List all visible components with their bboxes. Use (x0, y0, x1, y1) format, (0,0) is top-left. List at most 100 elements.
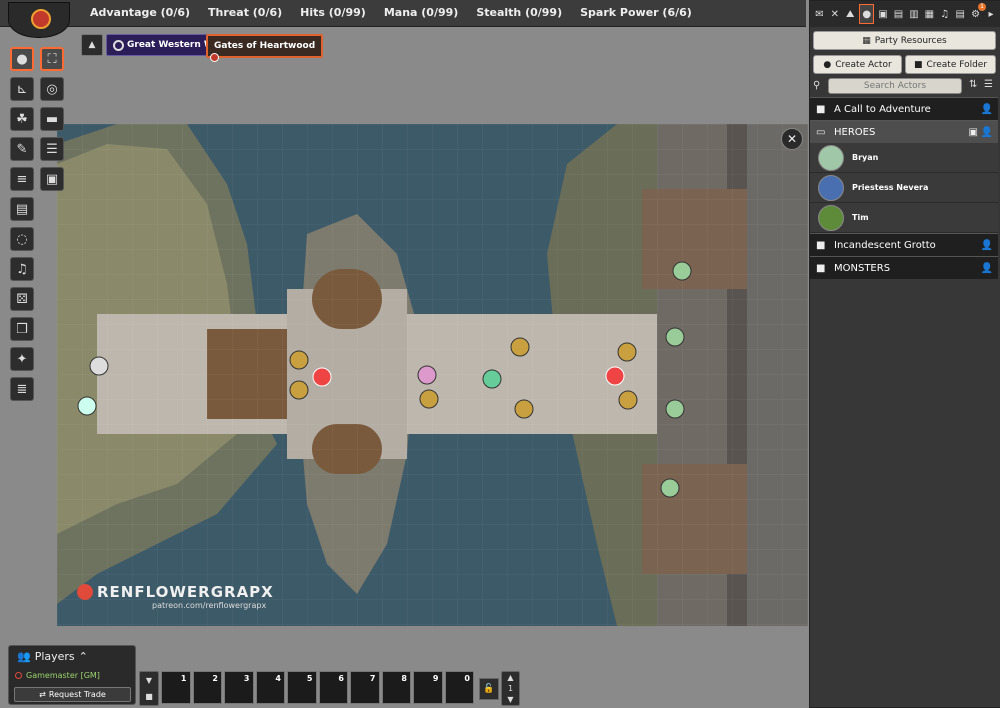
chevron-up-icon: ⌃ (78, 650, 88, 663)
actor-row[interactable]: Tim (810, 203, 998, 233)
app-logo[interactable] (8, 2, 70, 38)
create-folder-button[interactable]: ■ Create Folder (905, 55, 996, 74)
control-ruler-button[interactable]: ▬ (40, 107, 64, 131)
tracker-item[interactable]: Advantage (0/6) (90, 6, 190, 19)
folder-name: MONSTERS (834, 262, 891, 274)
scene-label: Gates of Heartwood (214, 41, 316, 51)
map-canvas[interactable] (57, 124, 808, 626)
control-database-button[interactable]: ☰ (40, 137, 64, 161)
top-bar: Advantage (0/6) Threat (0/6) Hits (0/99) Ma… (0, 0, 806, 27)
collapse-sidebar-button[interactable]: ▸ (985, 8, 998, 21)
control-list-button[interactable]: ≣ (10, 377, 34, 401)
control-journal-notes-button[interactable]: ▤ (10, 197, 34, 221)
unlock-icon: 🔓 (483, 684, 495, 694)
hotbar-page-control[interactable]: ▲ 1 ▼ (501, 671, 520, 706)
actor-name: Bryan (852, 153, 879, 162)
control-dice-button[interactable]: ⚄ (10, 287, 34, 311)
party-icon: ▦ (862, 35, 871, 46)
hotbar-menu-button[interactable]: ▼ ■ (139, 671, 159, 706)
tab-settings[interactable]: ⚙ 1 (969, 2, 987, 21)
tab-scenes[interactable]: ⛰ (844, 8, 857, 21)
slot-number: 5 (306, 674, 313, 683)
folder-open-icon: ▭ (816, 126, 826, 138)
control-tiles-button[interactable]: ☘ (10, 107, 34, 131)
folder-row[interactable]: ■ Incandescent Grotto 👤 (810, 233, 998, 256)
macro-slot[interactable]: 5 (287, 671, 317, 704)
page-down-icon[interactable]: ▼ (507, 695, 513, 704)
close-map-button[interactable]: ✕ (781, 128, 803, 150)
scene-gates-of-heartwood[interactable]: Gates of Heartwood (206, 34, 324, 62)
control-token-controls-button[interactable]: ● (10, 47, 34, 71)
actor-row[interactable]: Priestess Nevera (810, 173, 998, 203)
hotbar-page-number: 1 (507, 684, 514, 693)
actor-name: Priestess Nevera (852, 183, 929, 192)
control-drawing-button[interactable]: ✎ (10, 137, 34, 161)
folder-row[interactable]: ■ MONSTERS 👤 (810, 256, 998, 279)
control-sounds-button[interactable]: ♫ (10, 257, 34, 281)
avatar (818, 144, 844, 171)
collapse-folders-icon[interactable]: ☰ (984, 79, 993, 90)
actor-row[interactable]: Bryan (810, 143, 998, 173)
create-actor-button[interactable]: ● Create Actor (813, 55, 902, 74)
close-icon: ✕ (786, 132, 798, 146)
sidebar: ✉ ✕ ⛰ ● ▣ ▤ ▥ ▦ ♫ ▤ ⚙ 1 ▸ ▦ Party Resources ● Create A… (809, 0, 1000, 708)
player-name: Gamemaster [GM] (26, 671, 100, 680)
add-actor-icon[interactable]: 👤 (981, 263, 993, 274)
tab-actors[interactable]: ● (859, 4, 875, 24)
tab-compendium[interactable]: ▤ (954, 8, 967, 21)
hotbar-lock-button[interactable]: 🔓 (479, 678, 499, 700)
tracker-item[interactable]: Threat (0/6) (208, 6, 282, 19)
sort-icon[interactable]: ⇅ (969, 79, 977, 90)
tab-playlists[interactable]: ♫ (938, 8, 951, 21)
request-trade-button[interactable]: ⇄ Request Trade (14, 687, 131, 702)
journal-notes-icon: ▤ (15, 201, 29, 217)
macro-slot[interactable]: 3 (224, 671, 254, 704)
control-measure-button[interactable]: ⊾ (10, 77, 34, 101)
tracker-item[interactable]: Spark Power (6/6) (580, 6, 692, 19)
tab-items[interactable]: ▣ (877, 8, 890, 21)
macro-slot[interactable]: 8 (381, 671, 411, 704)
playlists-icon: ♫ (940, 8, 950, 20)
control-lighting-button[interactable]: ◌ (10, 227, 34, 251)
macro-slot[interactable]: 1 (161, 671, 191, 704)
folder-icon: ■ (913, 59, 923, 70)
caret-up-icon: ▲ (88, 40, 96, 50)
journal-icon: ▤ (893, 8, 904, 20)
lighting-icon: ◌ (16, 231, 28, 247)
tab-combat[interactable]: ✕ (828, 8, 841, 21)
control-bookmark-button[interactable]: ❒ (10, 317, 34, 341)
folder-row[interactable]: ■ A Call to Adventure 👤 (810, 97, 998, 120)
macro-slot[interactable]: 0 (444, 671, 474, 704)
party-resources-button[interactable]: ▦ Party Resources (813, 31, 996, 50)
scene-nav-toggle-button[interactable]: ▲ (81, 34, 103, 56)
add-actor-icon[interactable]: 👤 (981, 240, 993, 251)
tracker-item[interactable]: Hits (0/99) (300, 6, 366, 19)
bookmark-icon: ❒ (16, 321, 28, 337)
macro-slot[interactable]: 6 (318, 671, 348, 704)
avatar (818, 204, 844, 231)
game-map[interactable] (57, 124, 808, 626)
macro-slot[interactable]: 4 (255, 671, 285, 704)
players-header[interactable]: 👥 Players ⌃ (17, 650, 88, 663)
control-fullscreen-button[interactable]: ⛶ (40, 47, 64, 71)
tracker-item[interactable]: Stealth (0/99) (476, 6, 562, 19)
control-walls-button[interactable]: ≡ (10, 167, 34, 191)
tab-chat[interactable]: ✉ (813, 8, 826, 21)
search-actors-input[interactable] (828, 78, 962, 94)
page-up-icon[interactable]: ▲ (507, 673, 513, 682)
add-actor-icon[interactable]: 👤 (981, 104, 993, 115)
tracker-item[interactable]: Mana (0/99) (384, 6, 459, 19)
macro-slot[interactable]: 2 (192, 671, 222, 704)
control-film-button[interactable]: ▣ (40, 167, 64, 191)
add-actor-icon[interactable]: 👤 (981, 127, 993, 138)
create-subfolder-icon[interactable]: ▣ (969, 127, 978, 138)
macro-slot[interactable]: 9 (413, 671, 443, 704)
caret-right-icon: ▸ (988, 8, 994, 20)
macro-slot[interactable]: 7 (350, 671, 380, 704)
tab-cards[interactable]: ▦ (923, 8, 936, 21)
control-target-button[interactable]: ◎ (40, 77, 64, 101)
tab-tables[interactable]: ▥ (908, 8, 921, 21)
tab-journal[interactable]: ▤ (892, 8, 905, 21)
control-magic-button[interactable]: ✦ (10, 347, 34, 371)
folder-row[interactable]: ▭ HEROES ▣ 👤 (810, 120, 998, 143)
